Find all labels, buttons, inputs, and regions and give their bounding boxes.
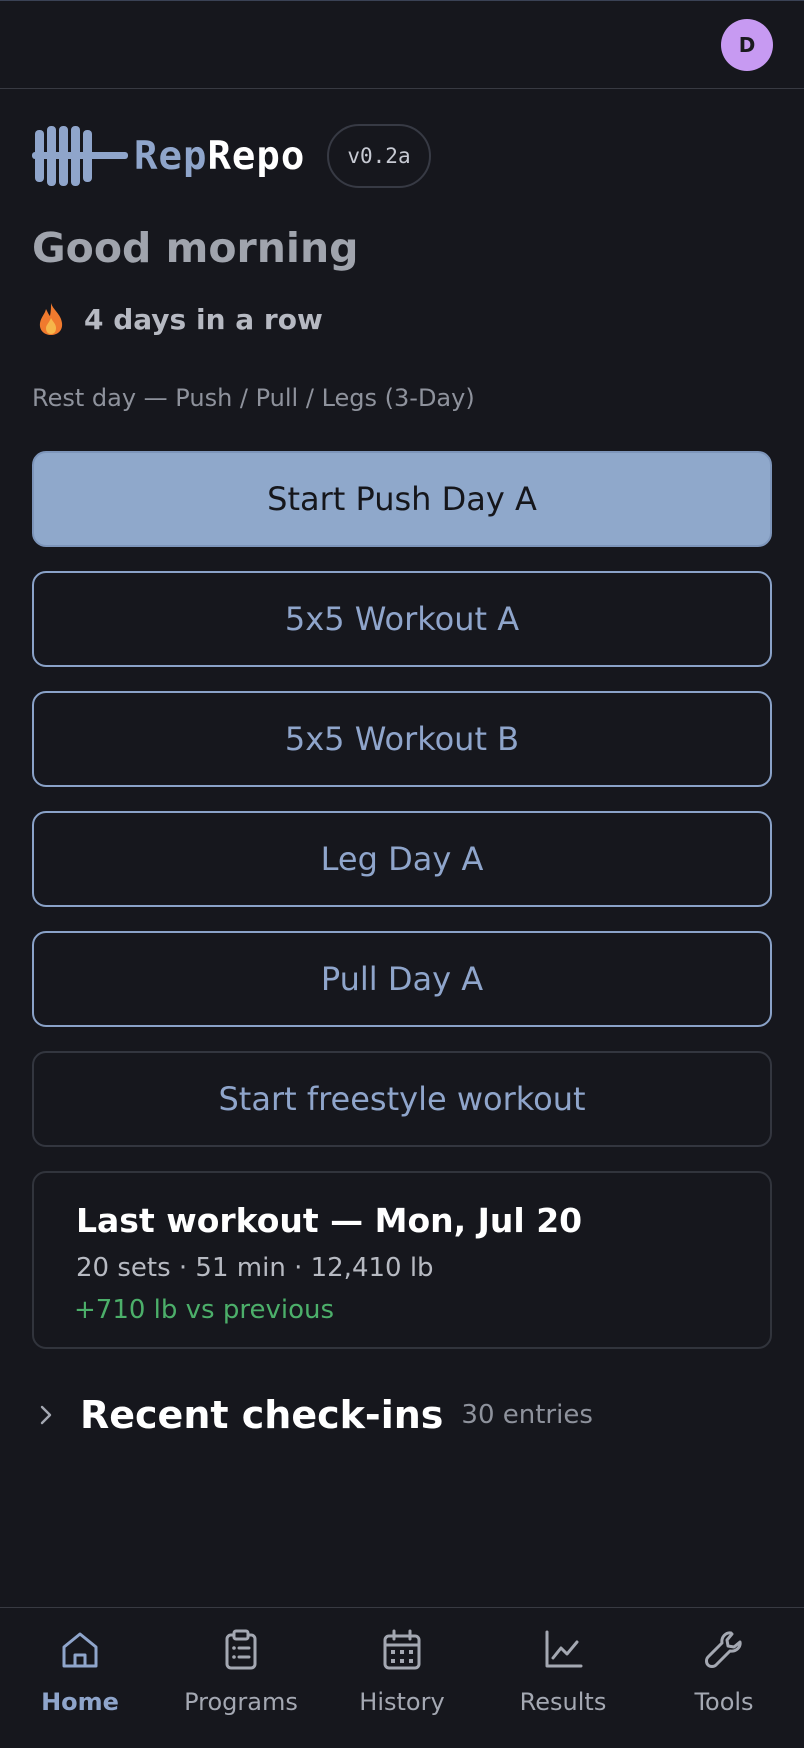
nav-programs-label: Programs bbox=[184, 1688, 298, 1716]
top-bar: D bbox=[0, 0, 804, 89]
clipboard-icon bbox=[225, 1629, 257, 1670]
barbell-logo-icon bbox=[32, 126, 128, 186]
recent-checkins-title: Recent check-ins bbox=[80, 1393, 444, 1437]
nav-home-label: Home bbox=[41, 1688, 119, 1716]
nav-tools[interactable]: Tools bbox=[644, 1608, 804, 1748]
nav-history[interactable]: History bbox=[322, 1608, 482, 1748]
app-name: RepRepo bbox=[134, 134, 305, 179]
wrench-icon bbox=[705, 1631, 742, 1668]
workout-5x5-a-button[interactable]: 5x5 Workout A bbox=[32, 571, 772, 667]
recent-checkins-toggle[interactable]: Recent check-ins 30 entries bbox=[36, 1390, 593, 1440]
streak-indicator: 4 days in a row bbox=[36, 302, 323, 336]
streak-text: 4 days in a row bbox=[84, 302, 323, 336]
nav-results-label: Results bbox=[519, 1688, 607, 1716]
brand-header: RepRepo v0.2a bbox=[32, 124, 431, 188]
chevron-right-icon bbox=[40, 1405, 52, 1425]
nav-results[interactable]: Results bbox=[483, 1608, 643, 1748]
flame-icon bbox=[39, 303, 63, 335]
nav-tools-label: Tools bbox=[694, 1688, 754, 1716]
app-name-repo: Repo bbox=[207, 133, 306, 179]
start-freestyle-button[interactable]: Start freestyle workout bbox=[32, 1051, 772, 1147]
home-icon bbox=[62, 1632, 98, 1668]
app-name-rep: Rep bbox=[134, 133, 208, 179]
calendar-icon bbox=[383, 1629, 421, 1670]
pull-day-a-button[interactable]: Pull Day A bbox=[32, 931, 772, 1027]
chart-line-icon bbox=[545, 1630, 583, 1668]
recent-checkins-count: 30 entries bbox=[461, 1400, 593, 1430]
version-badge: v0.2a bbox=[327, 124, 431, 188]
nav-history-label: History bbox=[359, 1688, 445, 1716]
nav-home[interactable]: Home bbox=[0, 1608, 160, 1748]
workout-5x5-b-button[interactable]: 5x5 Workout B bbox=[32, 691, 772, 787]
leg-day-a-button[interactable]: Leg Day A bbox=[32, 811, 772, 907]
last-workout-title: Last workout — Mon, Jul 20 bbox=[76, 1201, 583, 1240]
avatar-initial: D bbox=[738, 33, 756, 57]
user-avatar[interactable]: D bbox=[721, 19, 773, 71]
last-workout-card[interactable]: Last workout — Mon, Jul 20 20 sets · 51 … bbox=[32, 1171, 772, 1349]
bottom-nav: Home Programs History Results Tools bbox=[0, 1607, 804, 1748]
last-workout-delta: +710 lb vs previous bbox=[74, 1295, 335, 1325]
greeting-heading: Good morning bbox=[32, 224, 359, 272]
nav-programs[interactable]: Programs bbox=[161, 1608, 321, 1748]
rest-day-info: Rest day — Push / Pull / Legs (3-Day) bbox=[32, 384, 475, 412]
start-push-day-a-button[interactable]: Start Push Day A bbox=[32, 451, 772, 547]
last-workout-stats: 20 sets · 51 min · 12,410 lb bbox=[76, 1253, 434, 1283]
